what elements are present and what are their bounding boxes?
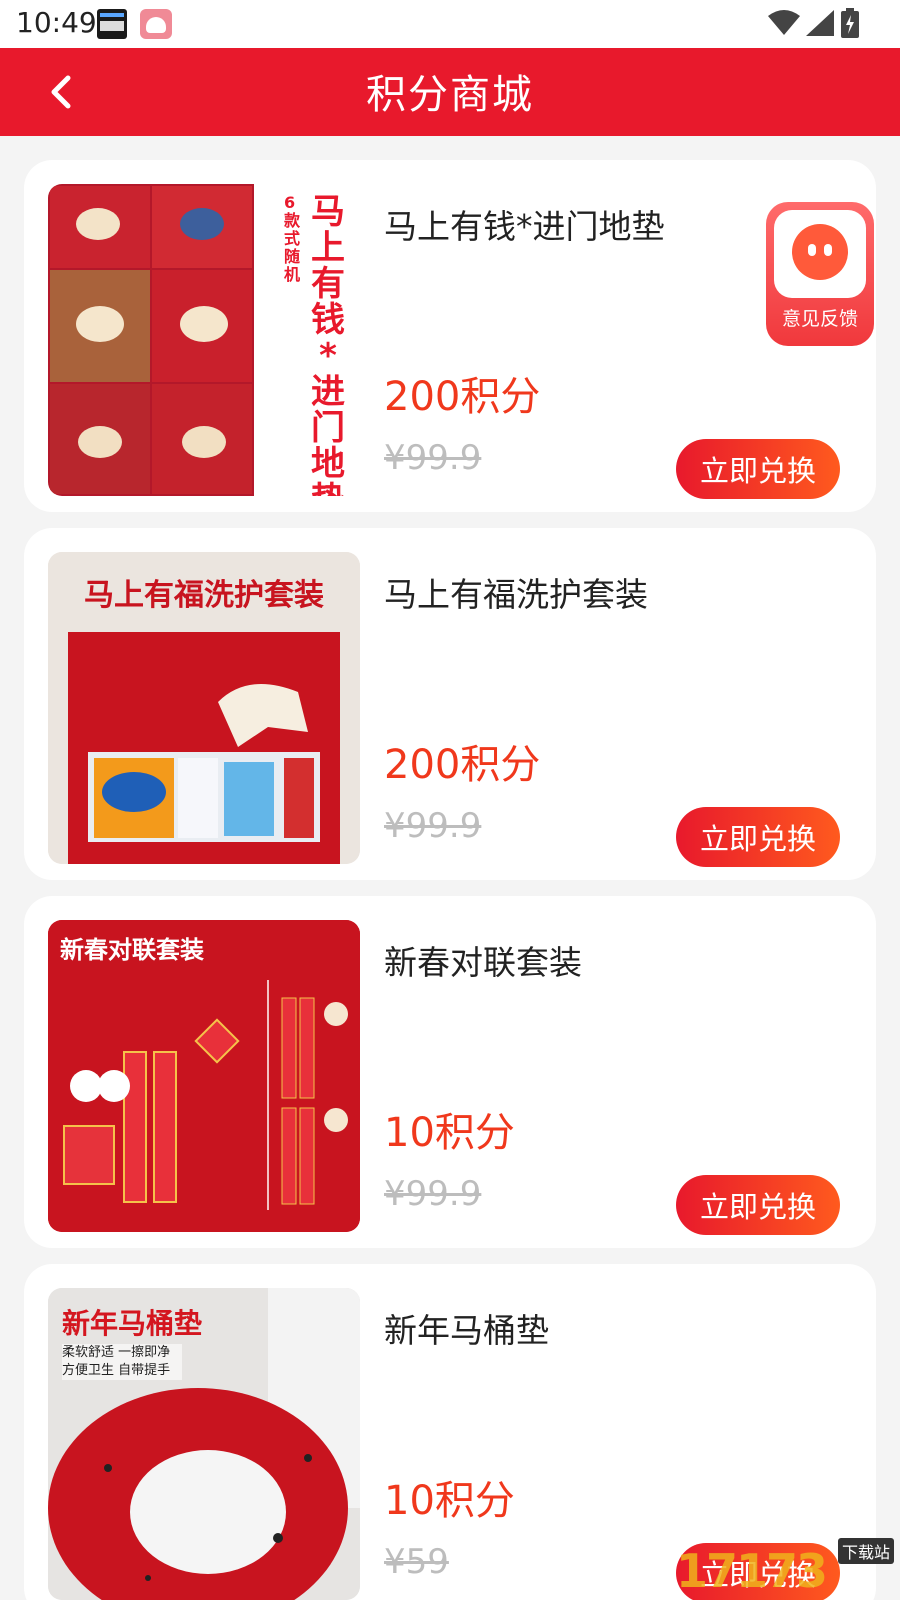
notification-app-icon xyxy=(140,9,172,39)
product-image[interactable]: 马上有钱*进门地垫 6款式随机 xyxy=(48,184,360,496)
product-original-price: ¥59 xyxy=(384,1542,449,1582)
product-image[interactable]: 新春对联套装 xyxy=(48,920,360,1232)
redeem-button[interactable]: 立即兑换 xyxy=(676,807,840,867)
image-vertical-title: 马上有钱*进门地垫 xyxy=(311,192,345,496)
product-points: 10积分 xyxy=(384,1110,515,1156)
headset-face-icon xyxy=(774,210,866,298)
product-points: 200积分 xyxy=(384,374,541,420)
status-bar: 10:49 xyxy=(0,0,900,48)
product-list: 马上有钱*进门地垫 6款式随机 马上有钱*进门地垫 200积分 ¥99.9 立即… xyxy=(24,160,876,1600)
image-title: 新春对联套装 xyxy=(60,936,204,964)
product-points: 200积分 xyxy=(384,742,541,788)
battery-charging-icon xyxy=(841,8,859,38)
product-card[interactable]: 马上有福洗护套装 马上有福洗护套装 200积分 ¥99.9 立即兑换 xyxy=(24,528,876,880)
product-points: 10积分 xyxy=(384,1478,515,1524)
product-original-price: ¥99.9 xyxy=(384,1174,482,1214)
product-name: 马上有钱*进门地垫 xyxy=(384,207,665,246)
status-time: 10:49 xyxy=(16,6,97,39)
product-name: 新春对联套装 xyxy=(384,943,582,982)
product-card[interactable]: 马上有钱*进门地垫 6款式随机 马上有钱*进门地垫 200积分 ¥99.9 立即… xyxy=(24,160,876,512)
status-indicators xyxy=(768,8,860,38)
watermark-brand: 17173 xyxy=(676,1544,828,1598)
product-image[interactable]: 新年马桶垫 柔软舒适 一擦即净 方便卫生 自带提手 xyxy=(48,1288,360,1600)
page-title: 积分商城 xyxy=(366,72,534,118)
signal-icon xyxy=(806,10,834,36)
wifi-icon xyxy=(768,10,800,35)
site-watermark: 17173 下载站 xyxy=(676,1536,900,1600)
product-original-price: ¥99.9 xyxy=(384,438,482,478)
notification-app-icon xyxy=(97,9,127,39)
feedback-button[interactable]: 意见反馈 xyxy=(766,202,874,346)
feedback-label: 意见反馈 xyxy=(781,308,858,330)
app-header: 积分商城 xyxy=(0,48,900,136)
image-subtitle: 柔软舒适 一擦即净 方便卫生 自带提手 xyxy=(62,1344,182,1380)
redeem-button[interactable]: 立即兑换 xyxy=(676,1175,840,1235)
watermark-tag: 下载站 xyxy=(837,1538,894,1564)
product-card[interactable]: 新春对联套装 新春对联套装 10积分 ¥99.9 立即兑换 xyxy=(24,896,876,1248)
image-title: 新年马桶垫 xyxy=(62,1307,203,1340)
image-vertical-subtitle: 6款式随机 xyxy=(284,193,301,284)
product-name: 马上有福洗护套装 xyxy=(384,575,648,614)
image-title: 马上有福洗护套装 xyxy=(84,578,324,613)
product-name: 新年马桶垫 xyxy=(384,1311,549,1350)
product-image[interactable]: 马上有福洗护套装 xyxy=(48,552,360,864)
product-original-price: ¥99.9 xyxy=(384,806,482,846)
couplet-set-photo xyxy=(48,920,360,1232)
redeem-button[interactable]: 立即兑换 xyxy=(676,439,840,499)
